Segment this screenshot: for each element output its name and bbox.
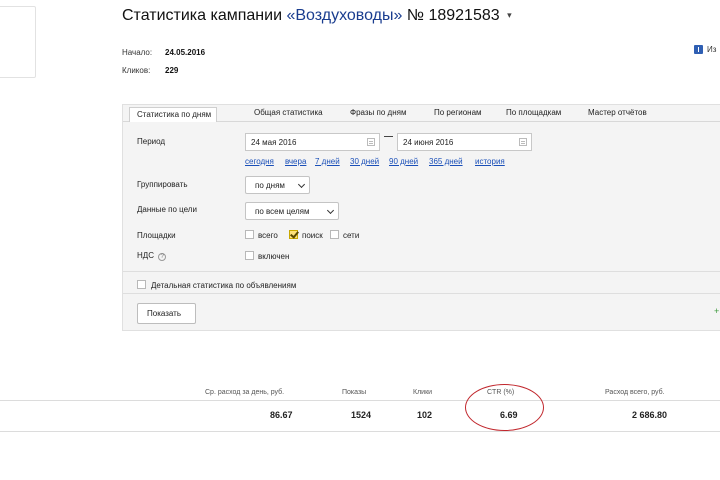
ctr-highlight-circle xyxy=(465,384,544,431)
platform-all-checkbox[interactable] xyxy=(245,230,254,239)
date-from-value: 24 мая 2016 xyxy=(251,138,297,147)
value-total: 2 686.80 xyxy=(632,410,668,420)
summary-row-bottom-border xyxy=(0,431,720,432)
tab-by-region[interactable]: По регионам xyxy=(434,108,482,117)
clicks-value: 229 xyxy=(165,66,179,75)
divider xyxy=(123,293,720,294)
page-title-prefix: Статистика кампании xyxy=(122,7,282,24)
platform-search-label: поиск xyxy=(302,231,323,240)
campaign-clicks-row: Кликов: 229 xyxy=(122,66,178,75)
date-range-dash xyxy=(384,136,393,137)
vat-row-label: НДС ? xyxy=(137,251,167,261)
calendar-icon[interactable] xyxy=(519,138,527,146)
header-impressions: Показы xyxy=(342,389,367,396)
calendar-icon[interactable] xyxy=(367,138,375,146)
platform-search-checkbox[interactable] xyxy=(289,230,298,239)
goals-select-value: по всем целям xyxy=(255,207,310,216)
clicks-label: Кликов: xyxy=(122,66,151,75)
divider xyxy=(123,271,720,272)
date-to-input[interactable]: 24 июня 2016 xyxy=(397,133,532,151)
platforms-label: Площадки xyxy=(137,231,176,240)
summary-row-top-border xyxy=(0,400,720,401)
detailed-stats-checkbox[interactable] xyxy=(137,280,146,289)
platform-network-checkbox[interactable] xyxy=(330,230,339,239)
group-label: Группировать xyxy=(137,180,188,189)
platform-all-label: всего xyxy=(258,231,278,240)
start-value: 24.05.2016 xyxy=(165,48,206,57)
period-label: Период xyxy=(137,137,166,146)
platform-network-label: сети xyxy=(343,231,360,240)
group-select-value: по дням xyxy=(255,181,285,190)
tab-report-wizard[interactable]: Мастер отчётов xyxy=(588,108,647,117)
group-select[interactable]: по дням xyxy=(245,176,310,194)
date-to-value: 24 июня 2016 xyxy=(403,138,454,147)
info-icon[interactable] xyxy=(694,45,703,54)
value-clicks: 102 xyxy=(417,410,433,420)
detailed-stats-label: Детальная статистика по объявлениям xyxy=(151,281,297,290)
stats-tabs: Статистика по дням Общая статистика Фраз… xyxy=(123,105,720,122)
help-icon[interactable]: ? xyxy=(158,253,167,261)
right-panel-link[interactable]: Из xyxy=(707,45,716,54)
value-impressions: 1524 xyxy=(351,410,372,420)
page-title: Статистика кампании «Воздуховоды» № 1892… xyxy=(122,7,512,25)
tab-daily-stats[interactable]: Статистика по дням xyxy=(129,107,218,122)
quick-link-90-days[interactable]: 90 дней xyxy=(389,157,418,166)
campaign-number: № 18921583 xyxy=(406,7,500,24)
start-label: Начало: xyxy=(122,48,153,57)
vat-label: НДС xyxy=(137,251,154,260)
quick-link-yesterday[interactable]: вчера xyxy=(285,157,306,166)
left-side-panel xyxy=(0,6,36,78)
tab-phrases-by-day[interactable]: Фразы по дням xyxy=(350,108,406,117)
goals-label: Данные по цели xyxy=(137,205,197,214)
quick-link-history[interactable]: история xyxy=(475,157,505,166)
plus-icon[interactable]: + xyxy=(714,306,720,316)
vat-checkbox[interactable] xyxy=(245,251,254,260)
header-total: Расход всего, руб. xyxy=(605,389,665,396)
campaign-name-link[interactable]: «Воздуховоды» xyxy=(286,7,402,24)
date-from-input[interactable]: 24 мая 2016 xyxy=(245,133,380,151)
tab-general-stats[interactable]: Общая статистика xyxy=(254,108,323,117)
vat-option-label: включен xyxy=(258,252,290,261)
value-avg-daily: 86.67 xyxy=(270,410,293,420)
header-clicks: Клики xyxy=(413,389,433,396)
chevron-down-icon xyxy=(297,180,306,189)
header-avg-daily: Ср. расход за день, руб. xyxy=(205,389,285,396)
show-button[interactable]: Показать xyxy=(137,303,196,324)
chevron-down-icon xyxy=(326,206,335,215)
goals-select[interactable]: по всем целям xyxy=(245,202,339,220)
stats-filter-panel: Статистика по дням Общая статистика Фраз… xyxy=(122,104,720,331)
campaign-start-row: Начало: 24.05.2016 xyxy=(122,48,205,57)
quick-link-365-days[interactable]: 365 дней xyxy=(429,157,463,166)
tab-by-platform[interactable]: По площадкам xyxy=(506,108,561,117)
quick-link-7-days[interactable]: 7 дней xyxy=(315,157,340,166)
quick-link-today[interactable]: сегодня xyxy=(245,157,274,166)
campaign-menu-caret-icon[interactable]: ▾ xyxy=(507,10,512,20)
quick-link-30-days[interactable]: 30 дней xyxy=(350,157,379,166)
